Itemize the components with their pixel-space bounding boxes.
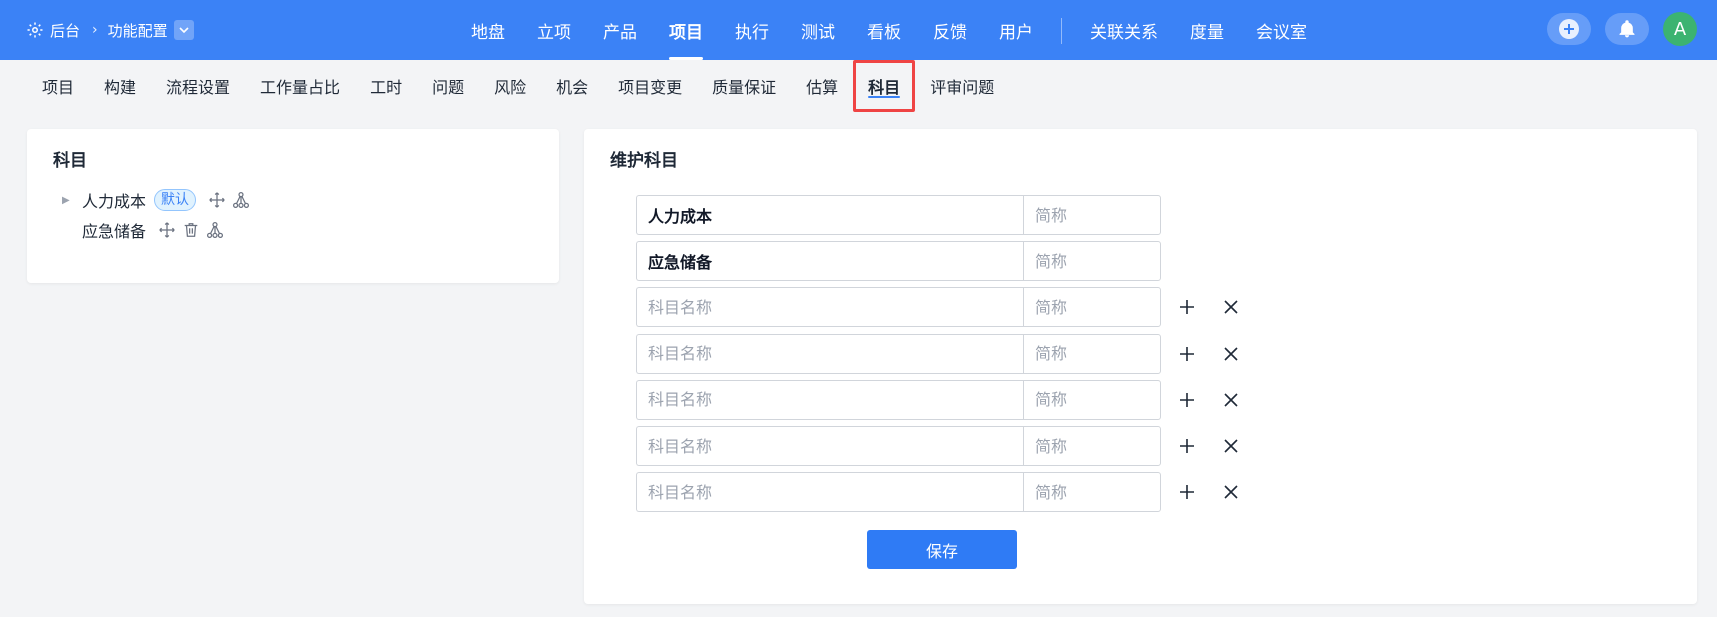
tree-item[interactable]: ▶ 应急储备 bbox=[62, 218, 224, 242]
remove-row-button[interactable] bbox=[1220, 481, 1242, 503]
subnav-tab[interactable]: 估算 bbox=[791, 60, 853, 112]
subject-name-input[interactable] bbox=[636, 426, 1023, 466]
tree-item-label[interactable]: 人力成本 bbox=[82, 188, 146, 212]
nav-item[interactable]: 用户 bbox=[983, 0, 1049, 60]
short-name-input[interactable] bbox=[1023, 241, 1161, 282]
save-button[interactable]: 保存 bbox=[867, 530, 1017, 569]
subnav-tab[interactable]: 科目 bbox=[853, 60, 916, 112]
plus-icon bbox=[1180, 485, 1194, 500]
nav-item[interactable]: 度量 bbox=[1174, 0, 1240, 60]
move-icon[interactable] bbox=[158, 221, 176, 239]
subject-row bbox=[636, 333, 1242, 374]
close-icon bbox=[1224, 439, 1238, 453]
subject-name-input[interactable] bbox=[636, 379, 1023, 420]
avatar[interactable]: A bbox=[1663, 12, 1697, 46]
hierarchy-icon[interactable] bbox=[206, 221, 224, 239]
subject-tree-panel: 科目 ▶ 人力成本 默认 ▶ 应急储备 bbox=[27, 129, 559, 283]
nav-item[interactable]: 立项 bbox=[521, 0, 587, 60]
tree-item-label[interactable]: 应急储备 bbox=[82, 218, 146, 242]
chevron-down-icon[interactable] bbox=[173, 20, 194, 40]
short-name-input[interactable] bbox=[1023, 287, 1161, 328]
panel-title: 科目 bbox=[53, 151, 87, 171]
plus-circle-icon bbox=[1559, 19, 1579, 39]
subject-row bbox=[636, 287, 1242, 328]
subnav-tab[interactable]: 流程设置 bbox=[151, 60, 245, 112]
nav-item[interactable]: 会议室 bbox=[1240, 0, 1323, 60]
main-nav: 地盘 立项 产品 项目 执行 测试 看板 反馈 用户 关联关系 度量 会议室 bbox=[455, 0, 1323, 60]
add-row-button[interactable] bbox=[1176, 389, 1198, 411]
plus-icon bbox=[1180, 300, 1194, 315]
default-badge: 默认 bbox=[154, 189, 197, 211]
panel-title: 维护科目 bbox=[610, 151, 678, 171]
chevron-right-icon: › bbox=[92, 22, 98, 38]
nav-item[interactable]: 产品 bbox=[587, 0, 653, 60]
tree-item[interactable]: ▶ 人力成本 默认 bbox=[62, 188, 250, 212]
subnav-tab[interactable]: 项目 bbox=[27, 60, 89, 112]
subnav-tab[interactable]: 工作量占比 bbox=[245, 60, 355, 112]
nav-item[interactable]: 执行 bbox=[719, 0, 785, 60]
close-icon bbox=[1224, 485, 1238, 499]
top-navbar: 后台 › 功能配置 地盘 立项 产品 项目 执行 测试 看板 反馈 用户 关联关系 度量 会议室 A bbox=[0, 0, 1717, 60]
subnav-tab[interactable]: 风险 bbox=[479, 60, 541, 112]
short-name-input[interactable] bbox=[1023, 333, 1161, 374]
bell-icon bbox=[1619, 20, 1635, 38]
subject-name-input[interactable] bbox=[636, 195, 1023, 235]
add-row-button[interactable] bbox=[1176, 435, 1198, 457]
top-actions: A bbox=[1547, 12, 1697, 46]
remove-row-button[interactable] bbox=[1220, 435, 1242, 457]
caret-right-icon[interactable]: ▶ bbox=[62, 195, 72, 206]
gear-icon[interactable] bbox=[26, 21, 44, 39]
nav-divider bbox=[1061, 18, 1062, 44]
trash-icon[interactable] bbox=[182, 221, 200, 239]
subject-row bbox=[636, 195, 1161, 235]
subject-name-input[interactable] bbox=[636, 472, 1023, 513]
breadcrumb: 后台 › 功能配置 bbox=[26, 17, 194, 43]
nav-item[interactable]: 项目 bbox=[653, 0, 719, 60]
short-name-input[interactable] bbox=[1023, 379, 1161, 420]
subnav-tab[interactable]: 构建 bbox=[89, 60, 151, 112]
plus-icon bbox=[1180, 392, 1194, 407]
nav-item[interactable]: 地盘 bbox=[455, 0, 521, 60]
subject-row bbox=[636, 426, 1242, 466]
subject-name-input[interactable] bbox=[636, 287, 1023, 328]
plus-icon bbox=[1180, 346, 1194, 361]
subnav-tab[interactable]: 项目变更 bbox=[603, 60, 697, 112]
add-row-button[interactable] bbox=[1176, 481, 1198, 503]
sub-nav: 项目 构建 流程设置 工作量占比 工时 问题 风险 机会 项目变更 质量保证 估算 科目 评审问题 bbox=[0, 60, 1717, 112]
add-row-button[interactable] bbox=[1176, 296, 1198, 318]
subnav-tab[interactable]: 问题 bbox=[417, 60, 479, 112]
subject-name-input[interactable] bbox=[636, 241, 1023, 282]
subnav-tab[interactable]: 质量保证 bbox=[697, 60, 791, 112]
plus-icon bbox=[1180, 439, 1194, 453]
add-row-button[interactable] bbox=[1176, 343, 1198, 365]
notification-button[interactable] bbox=[1605, 13, 1649, 45]
nav-item[interactable]: 关联关系 bbox=[1074, 0, 1174, 60]
short-name-input[interactable] bbox=[1023, 195, 1161, 235]
subject-row bbox=[636, 379, 1242, 420]
close-icon bbox=[1224, 300, 1238, 314]
subject-name-input[interactable] bbox=[636, 333, 1023, 374]
maintain-subject-panel: 维护科目 保存 bbox=[584, 129, 1697, 604]
remove-row-button[interactable] bbox=[1220, 389, 1242, 411]
breadcrumb-root[interactable]: 后台 bbox=[50, 20, 80, 41]
subject-row bbox=[636, 241, 1161, 282]
close-icon bbox=[1224, 393, 1238, 407]
nav-item[interactable]: 测试 bbox=[785, 0, 851, 60]
subject-row bbox=[636, 472, 1242, 513]
remove-row-button[interactable] bbox=[1220, 343, 1242, 365]
subnav-tab[interactable]: 工时 bbox=[355, 60, 417, 112]
close-icon bbox=[1224, 347, 1238, 361]
create-button[interactable] bbox=[1547, 13, 1591, 45]
short-name-input[interactable] bbox=[1023, 426, 1161, 466]
hierarchy-icon[interactable] bbox=[232, 191, 250, 209]
subnav-tab[interactable]: 评审问题 bbox=[915, 60, 1009, 112]
breadcrumb-current[interactable]: 功能配置 bbox=[108, 20, 168, 41]
subnav-tab[interactable]: 机会 bbox=[541, 60, 603, 112]
nav-item[interactable]: 反馈 bbox=[917, 0, 983, 60]
remove-row-button[interactable] bbox=[1220, 296, 1242, 318]
move-icon[interactable] bbox=[208, 191, 226, 209]
short-name-input[interactable] bbox=[1023, 472, 1161, 513]
nav-item[interactable]: 看板 bbox=[851, 0, 917, 60]
